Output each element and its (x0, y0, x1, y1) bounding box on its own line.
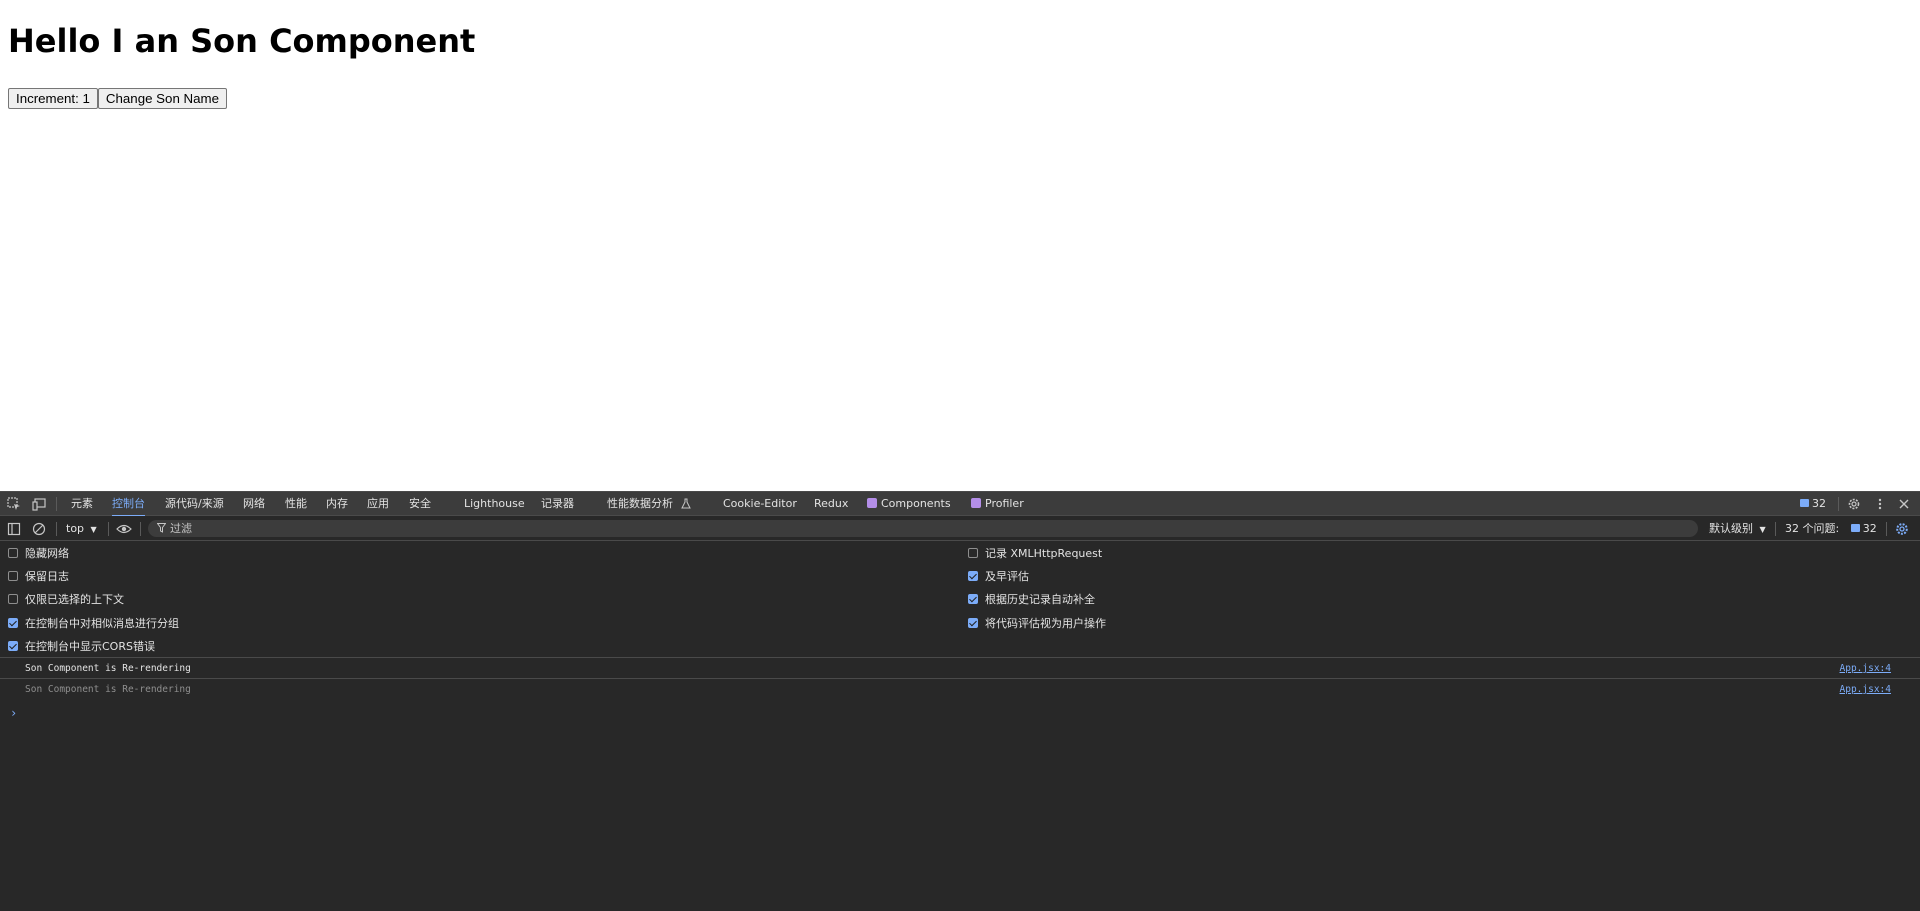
chevron-down-icon: ▼ (1759, 525, 1766, 534)
filter-input[interactable] (170, 520, 1670, 537)
tab-redux[interactable]: Redux (814, 492, 848, 516)
checkbox-label: 仅限已选择的上下文 (25, 593, 124, 606)
checkbox-label: 在控制台中显示CORS错误 (25, 640, 155, 653)
issues-counter[interactable]: 32 个问题: 32 (1785, 516, 1877, 541)
hide-network-checkbox[interactable]: 隐藏网络 (8, 542, 69, 565)
context-selector[interactable]: top ▼ (66, 516, 97, 541)
console-message-text: Son Component is Re-rendering (25, 663, 191, 674)
message-icon (1850, 524, 1860, 532)
checkbox-box (8, 594, 18, 604)
button-row: Increment: 1 Change Son Name (8, 88, 228, 109)
checkbox-box (968, 571, 978, 581)
show-cors-errors-checkbox[interactable]: 在控制台中显示CORS错误 (8, 635, 155, 658)
tab-performance-insights[interactable]: 性能数据分析 (607, 492, 691, 516)
console-prompt-chevron-icon[interactable]: › (10, 706, 17, 720)
page-content: Hello I an Son Component Increment: 1 Ch… (0, 0, 1920, 491)
console-settings-gear-icon[interactable] (1895, 522, 1909, 536)
console-message: Son Component is Re-rendering App.jsx:4 (0, 680, 1920, 700)
checkbox-box (8, 548, 18, 558)
tab-memory[interactable]: 内存 (326, 492, 348, 516)
filter-box (148, 520, 1698, 537)
sidebar-toggle-icon[interactable] (7, 522, 21, 536)
selected-context-only-checkbox[interactable]: 仅限已选择的上下文 (8, 588, 124, 611)
increment-button[interactable]: Increment: 1 (8, 88, 98, 109)
issues-badge-count: 32 (1812, 497, 1826, 510)
checkbox-box (8, 641, 18, 651)
device-toolbar-icon[interactable] (32, 497, 46, 511)
console-toolbar: top ▼ 默认级别 ▼ 32 个问题: 32 (0, 516, 1920, 541)
tab-profiler-label: Profiler (985, 497, 1024, 510)
log-xmlhttprequest-checkbox[interactable]: 记录 XMLHttpRequest (968, 542, 1102, 565)
react-icon (867, 498, 877, 508)
checkbox-label: 保留日志 (25, 570, 69, 583)
tab-cookie-editor[interactable]: Cookie-Editor (723, 492, 797, 516)
close-icon[interactable] (1897, 497, 1911, 511)
change-son-name-button[interactable]: Change Son Name (97, 88, 228, 109)
devtools-tabbar: 元素 控制台 源代码/来源 网络 性能 内存 应用 安全 Lighthouse … (0, 492, 1920, 517)
tab-sources[interactable]: 源代码/来源 (165, 492, 224, 516)
checkbox-label: 及早评估 (985, 570, 1029, 583)
live-expression-eye-icon[interactable] (116, 522, 132, 536)
log-level-value: 默认级别 (1709, 522, 1753, 535)
treat-evaluation-as-user-action-checkbox[interactable]: 将代码评估视为用户操作 (968, 612, 1106, 635)
context-selector-value: top (66, 522, 85, 535)
log-level-selector[interactable]: 默认级别 ▼ (1709, 516, 1766, 541)
issues-counter-count: 32 (1862, 522, 1877, 535)
tab-recorder[interactable]: 记录器 (541, 492, 574, 516)
issues-badge[interactable]: 32 (1800, 492, 1826, 516)
preserve-log-checkbox[interactable]: 保留日志 (8, 565, 69, 588)
checkbox-box (968, 618, 978, 628)
console-message-source-link[interactable]: App.jsx:4 (1840, 659, 1891, 679)
group-similar-messages-checkbox[interactable]: 在控制台中对相似消息进行分组 (8, 612, 179, 635)
tab-network[interactable]: 网络 (243, 492, 265, 516)
tab-profiler[interactable]: Profiler (971, 492, 1024, 516)
issues-counter-label: 32 个问题: (1785, 522, 1840, 535)
devtools-panel: 元素 控制台 源代码/来源 网络 性能 内存 应用 安全 Lighthouse … (0, 491, 1920, 911)
console-message-source-link[interactable]: App.jsx:4 (1840, 680, 1891, 700)
more-options-icon[interactable] (1873, 497, 1887, 511)
checkbox-box (968, 594, 978, 604)
checkbox-box (8, 571, 18, 581)
tab-performance[interactable]: 性能 (285, 492, 307, 516)
inspect-element-icon[interactable] (7, 497, 21, 511)
flask-icon (680, 498, 691, 509)
tab-performance-insights-label: 性能数据分析 (607, 497, 673, 510)
tab-components[interactable]: Components (867, 492, 951, 516)
checkbox-label: 将代码评估视为用户操作 (985, 617, 1106, 630)
console-settings-panel: 隐藏网络 保留日志 仅限已选择的上下文 在控制台中对相似消息进行分组 在控制台中… (0, 541, 1920, 658)
checkbox-box (968, 548, 978, 558)
tab-security[interactable]: 安全 (409, 492, 431, 516)
console-message: Son Component is Re-rendering App.jsx:4 (0, 659, 1920, 679)
checkbox-box (8, 618, 18, 628)
checkbox-label: 记录 XMLHttpRequest (985, 547, 1103, 560)
eager-evaluation-checkbox[interactable]: 及早评估 (968, 565, 1029, 588)
tab-application[interactable]: 应用 (367, 492, 389, 516)
checkbox-label: 在控制台中对相似消息进行分组 (25, 617, 179, 630)
tab-lighthouse[interactable]: Lighthouse (464, 492, 525, 516)
autocomplete-from-history-checkbox[interactable]: 根据历史记录自动补全 (968, 588, 1095, 611)
page-heading: Hello I an Son Component (8, 22, 476, 60)
settings-gear-icon[interactable] (1847, 497, 1861, 511)
react-icon (971, 498, 981, 508)
clear-console-icon[interactable] (32, 522, 46, 536)
message-icon (1800, 499, 1809, 507)
filter-funnel-icon (157, 523, 166, 533)
checkbox-label: 根据历史记录自动补全 (985, 593, 1095, 606)
chevron-down-icon: ▼ (90, 525, 97, 534)
tab-elements[interactable]: 元素 (71, 492, 93, 516)
tab-console[interactable]: 控制台 (112, 492, 145, 517)
tab-components-label: Components (881, 497, 951, 510)
console-message-text: Son Component is Re-rendering (25, 684, 191, 695)
checkbox-label: 隐藏网络 (25, 547, 69, 560)
